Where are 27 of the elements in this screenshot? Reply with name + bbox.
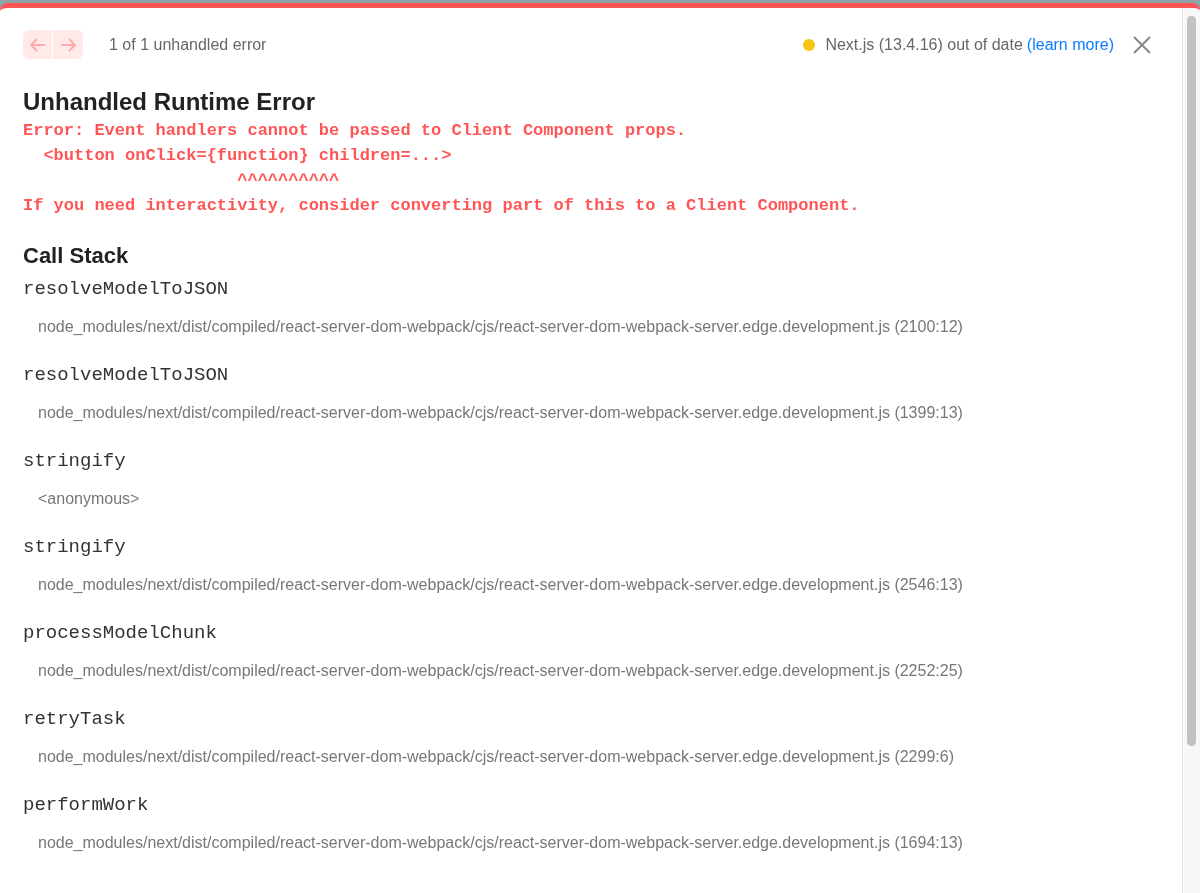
call-stack-heading: Call Stack	[23, 242, 130, 270]
left-arrow-icon	[29, 37, 46, 52]
learn-more-link[interactable]: (learn more)	[1026, 32, 1114, 57]
scrollbar-thumb[interactable]	[1187, 16, 1196, 746]
error-counter: 1 of 1 unhandled error	[109, 34, 267, 55]
stack-function-name: stringify	[23, 535, 126, 560]
stack-file-location[interactable]: node_modules/next/dist/compiled/react-server-dom-webpack/cjs/react-server-dom-webpack-server.edge.development.js (2299:6)	[38, 747, 954, 767]
error-title: Unhandled Runtime Error	[23, 87, 317, 117]
version-notice: Next.js (13.4.16) out of date	[825, 34, 1023, 55]
stack-file-location[interactable]: node_modules/next/dist/compiled/react-server-dom-webpack/cjs/react-server-dom-webpack-server.edge.development.js (2252:25)	[38, 661, 963, 681]
stack-function-name: performWork	[23, 793, 149, 818]
stack-file-location[interactable]: <anonymous>	[38, 489, 140, 509]
stack-file-location[interactable]: node_modules/next/dist/compiled/react-server-dom-webpack/cjs/react-server-dom-webpack-server.edge.development.js (1399:13)	[38, 403, 963, 423]
error-message-line: If you need interactivity, consider converting part of this to a Client Component.	[23, 195, 860, 217]
stack-file-location[interactable]: node_modules/next/dist/compiled/react-server-dom-webpack/cjs/react-server-dom-webpack-server.edge.development.js (2546:13)	[38, 575, 963, 595]
error-message-line: Error: Event handlers cannot be passed to Client Component props.	[23, 120, 687, 142]
stack-function-name: resolveModelToJSON	[23, 363, 229, 388]
stack-file-location[interactable]: node_modules/next/dist/compiled/react-server-dom-webpack/cjs/react-server-dom-webpack-server.edge.development.js (1694:13)	[38, 833, 963, 853]
right-arrow-icon	[60, 37, 76, 52]
close-icon	[1133, 35, 1151, 54]
stack-function-name: processModelChunk	[23, 621, 217, 646]
stack-function-name: stringify	[23, 449, 126, 474]
stack-file-location[interactable]: node_modules/next/dist/compiled/react-server-dom-webpack/cjs/react-server-dom-webpack-server.edge.development.js (2100:12)	[38, 317, 963, 337]
error-message-line: ^^^^^^^^^^	[236, 170, 340, 192]
stack-function-name: resolveModelToJSON	[23, 277, 229, 302]
error-message-line: <button onClick={function} children=...>	[42, 145, 452, 167]
stack-function-name: retryTask	[23, 707, 126, 732]
